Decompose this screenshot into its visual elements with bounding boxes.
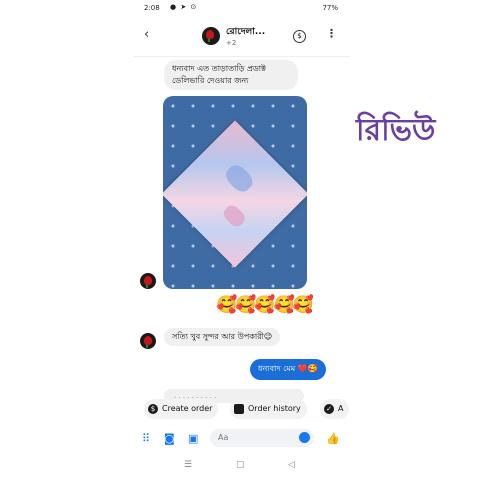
message-placeholder: Aa	[218, 433, 229, 442]
notification-icons: ● ➤ ⊙	[170, 3, 198, 11]
third-action-label: A	[338, 404, 344, 413]
receipt-icon	[234, 403, 244, 414]
sender-avatar	[140, 273, 156, 289]
status-time: 2:08	[144, 4, 160, 12]
chat-header: ‹ রোদেলা... +2 $ ⋮	[134, 18, 350, 57]
message-input[interactable]: Aa	[210, 429, 314, 447]
more-options-icon[interactable]: ⋮	[326, 27, 337, 40]
sender-avatar	[140, 333, 156, 349]
camera-icon[interactable]: ◙	[164, 433, 175, 444]
battery-level: 77%	[322, 4, 338, 12]
chat-title[interactable]: রোদেলা...	[226, 24, 265, 39]
message-bubble[interactable]: সত্যি খুব সুন্দর আর উপকারী😉	[164, 328, 281, 346]
message-composer: ⠿ ◙ ▣ Aa 👍	[134, 426, 350, 450]
message-bubble[interactable]: ধন্যবাদ এত তাড়াতাড়ি প্রডাক্ট ডেলিভারি …	[164, 60, 298, 90]
dollar-icon[interactable]: $	[293, 30, 306, 43]
review-overlay-text: রিভিউ	[356, 113, 436, 148]
system-nav-bar: ☰ ▢ ◁	[134, 460, 350, 474]
chat-subtitle: +2	[226, 39, 237, 47]
back-icon[interactable]: ◁	[288, 460, 295, 470]
create-order-label: Create order	[162, 404, 213, 413]
sent-message-bubble[interactable]: ধন্যবাদ মেম ❤️🥰	[250, 359, 326, 380]
third-action-button[interactable]: ✓ A	[320, 399, 350, 419]
gallery-icon[interactable]: ▣	[188, 433, 198, 444]
apps-grid-icon[interactable]: ⠿	[142, 433, 150, 444]
avatar[interactable]	[202, 27, 220, 45]
dollar-icon: $	[148, 403, 158, 414]
messenger-screen: 2:08 ● ➤ ⊙ 77% ‹ রোদেলা... +2 $ ⋮ ধন্যবা…	[134, 0, 350, 480]
thumbs-up-icon[interactable]: 👍	[326, 433, 340, 444]
check-icon: ✓	[324, 403, 334, 414]
create-order-button[interactable]: $ Create order	[144, 399, 219, 419]
quick-actions-bar: $ Create order Order history ✓ A	[134, 398, 350, 420]
order-history-button[interactable]: Order history	[230, 399, 307, 419]
status-bar: 2:08 ● ➤ ⊙ 77%	[134, 0, 350, 16]
emoji-icon[interactable]	[299, 432, 310, 443]
back-arrow-icon[interactable]: ‹	[144, 27, 149, 42]
product-photo[interactable]	[163, 96, 307, 289]
home-icon[interactable]: ▢	[236, 460, 245, 470]
order-history-label: Order history	[248, 404, 301, 413]
recent-apps-icon[interactable]: ☰	[184, 460, 192, 470]
emoji-reaction-row[interactable]: 🥰🥰🥰🥰🥰	[216, 295, 314, 315]
